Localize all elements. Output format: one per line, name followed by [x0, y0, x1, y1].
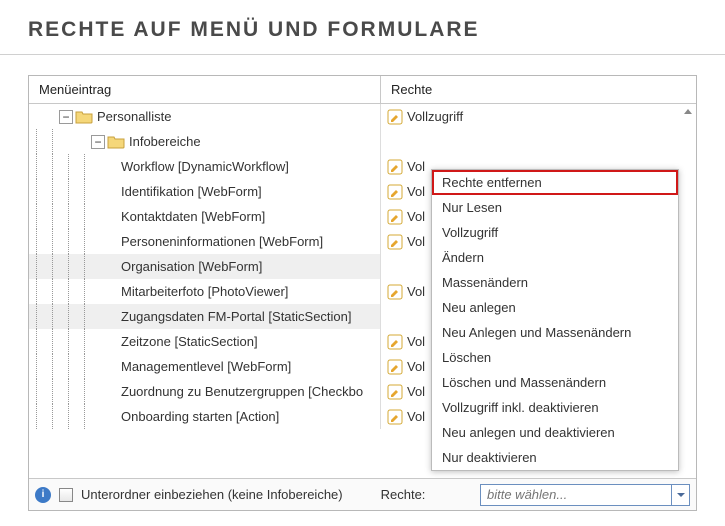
tree-label: Onboarding starten [Action] — [121, 409, 279, 424]
context-menu-item[interactable]: Nur Lesen — [432, 195, 678, 220]
rights-combo-input[interactable] — [481, 485, 671, 505]
collapse-icon[interactable]: − — [91, 135, 105, 149]
footer-rights-label: Rechte: — [381, 487, 426, 502]
rights-value: Vollzugriff — [407, 109, 463, 124]
tree-row-personalliste[interactable]: − Personalliste Vollzugriff — [29, 104, 696, 129]
context-menu-item[interactable]: Löschen — [432, 345, 678, 370]
tree-label: Organisation [WebForm] — [121, 259, 262, 274]
edit-icon — [387, 159, 403, 175]
tree-label: Zeitzone [StaticSection] — [121, 334, 258, 349]
rights-value: Vol — [407, 159, 425, 174]
edit-icon — [387, 384, 403, 400]
edit-icon — [387, 359, 403, 375]
tree-label: Personeninformationen [WebForm] — [121, 234, 323, 249]
tree-label: Zuordnung zu Benutzergruppen [Checkbo — [121, 384, 363, 399]
rights-value: Vol — [407, 234, 425, 249]
tree-label: Mitarbeiterfoto [PhotoViewer] — [121, 284, 288, 299]
tree-label: Zugangsdaten FM-Portal [StaticSection] — [121, 309, 352, 324]
context-menu-item[interactable]: Neu anlegen — [432, 295, 678, 320]
edit-icon — [387, 109, 403, 125]
tree-label: Infobereiche — [129, 134, 201, 149]
edit-icon — [387, 284, 403, 300]
grid-body: − Personalliste Vollzugriff − — [29, 104, 696, 478]
tree-label: Managementlevel [WebForm] — [121, 359, 291, 374]
context-menu-item[interactable]: Ändern — [432, 245, 678, 270]
context-menu-item[interactable]: Rechte entfernen — [432, 170, 678, 195]
context-menu-item[interactable]: Massenändern — [432, 270, 678, 295]
col-header-rights[interactable]: Rechte — [381, 76, 696, 103]
chevron-down-icon[interactable] — [671, 485, 689, 505]
tree-label: Workflow [DynamicWorkflow] — [121, 159, 289, 174]
info-icon[interactable]: i — [35, 487, 51, 503]
edit-icon — [387, 184, 403, 200]
include-sub-label: Unterordner einbeziehen (keine Infoberei… — [81, 487, 343, 502]
rights-value: Vol — [407, 334, 425, 349]
rights-value: Vol — [407, 209, 425, 224]
edit-icon — [387, 409, 403, 425]
include-sub-checkbox[interactable] — [59, 488, 73, 502]
context-menu-item[interactable]: Löschen und Massenändern — [432, 370, 678, 395]
edit-icon — [387, 209, 403, 225]
tree-label: Identifikation [WebForm] — [121, 184, 262, 199]
rights-value: Vol — [407, 384, 425, 399]
grid-header: Menüeintrag Rechte — [29, 76, 696, 104]
context-menu-item[interactable]: Nur deaktivieren — [432, 445, 678, 470]
rights-combo[interactable] — [480, 484, 690, 506]
tree-row-infobereiche[interactable]: − Infobereiche — [29, 129, 696, 154]
rights-context-menu: Rechte entfernenNur LesenVollzugriffÄnde… — [431, 169, 679, 471]
grid-footer: i Unterordner einbeziehen (keine Infober… — [29, 478, 696, 510]
folder-open-icon — [75, 109, 93, 124]
collapse-icon[interactable]: − — [59, 110, 73, 124]
context-menu-item[interactable]: Vollzugriff inkl. deaktivieren — [432, 395, 678, 420]
context-menu-item[interactable]: Neu anlegen und deaktivieren — [432, 420, 678, 445]
context-menu-item[interactable]: Vollzugriff — [432, 220, 678, 245]
rights-value: Vol — [407, 409, 425, 424]
tree-label: Kontaktdaten [WebForm] — [121, 209, 265, 224]
rights-grid: Menüeintrag Rechte − Personalliste Vollz… — [28, 75, 697, 511]
edit-icon — [387, 234, 403, 250]
rights-value: Vol — [407, 184, 425, 199]
rights-value: Vol — [407, 359, 425, 374]
rights-value: Vol — [407, 284, 425, 299]
col-header-menu[interactable]: Menüeintrag — [29, 76, 381, 103]
page-title: RECHTE AUF MENÜ UND FORMULARE — [0, 0, 725, 55]
scroll-up-icon[interactable] — [682, 106, 694, 118]
edit-icon — [387, 334, 403, 350]
folder-open-icon — [107, 134, 125, 149]
context-menu-item[interactable]: Neu Anlegen und Massenändern — [432, 320, 678, 345]
tree-label: Personalliste — [97, 109, 171, 124]
